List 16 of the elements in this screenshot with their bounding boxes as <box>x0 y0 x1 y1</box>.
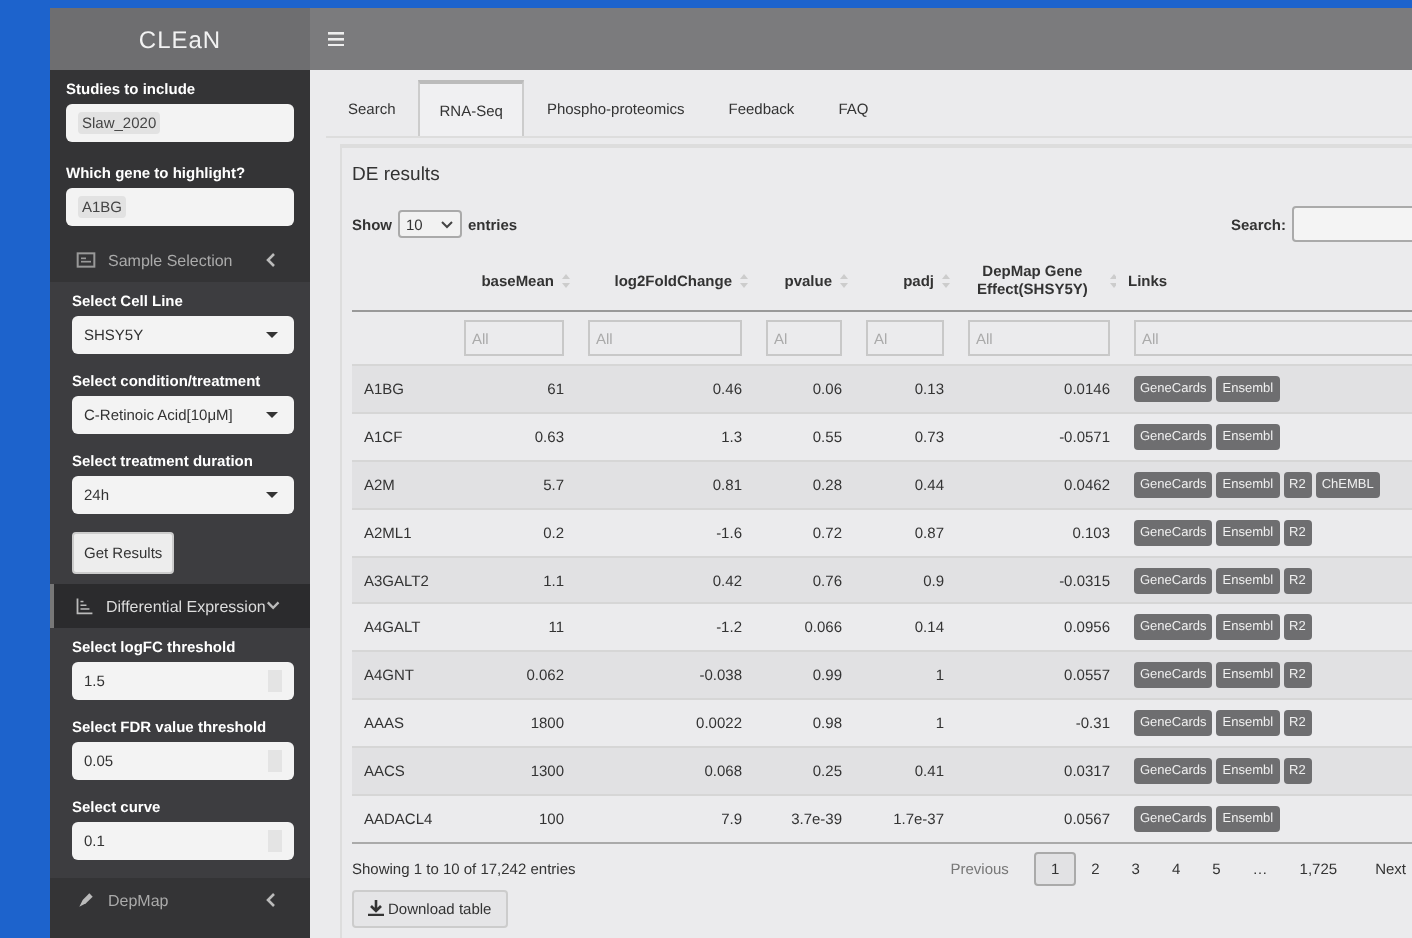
app-title: CLEaN <box>50 8 310 70</box>
panel-title: DE results <box>352 164 440 186</box>
sort-icon[interactable] <box>562 273 570 287</box>
sort-icon[interactable] <box>840 273 848 287</box>
bar-chart-icon <box>76 596 94 616</box>
menu-item[interactable]: Differential Expression <box>50 584 310 628</box>
menu-item[interactable]: Sample Selection <box>50 238 310 282</box>
sort-icon[interactable] <box>942 273 950 287</box>
sort-icon[interactable] <box>740 273 748 287</box>
pen-icon <box>76 890 96 910</box>
panel-icon <box>76 250 96 270</box>
menu-item[interactable]: DepMap <box>50 878 310 922</box>
menu-icon[interactable] <box>328 31 344 47</box>
sort-icon[interactable] <box>1110 273 1116 287</box>
download-icon <box>368 900 384 917</box>
chevron-down-icon <box>440 219 454 229</box>
